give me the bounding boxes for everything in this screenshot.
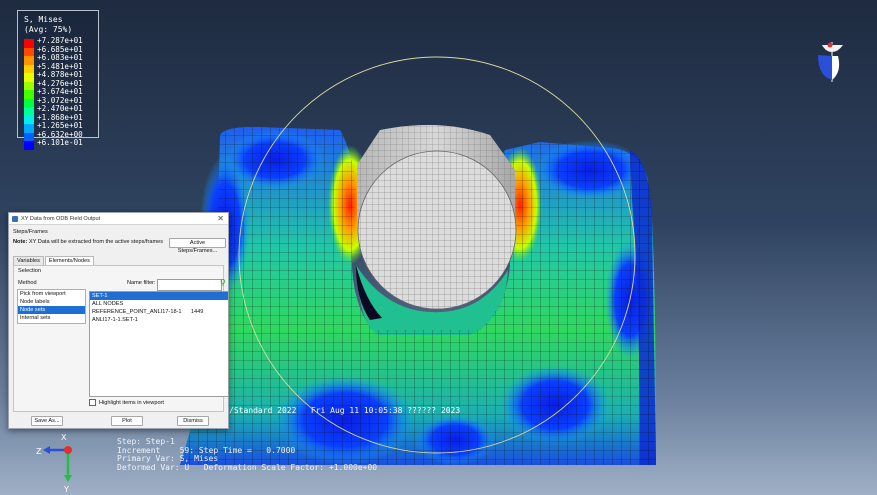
active-steps-frames-button[interactable]: Active Steps/Frames... (169, 238, 226, 254)
triad-y-label: Y (63, 485, 69, 494)
legend-color-swatch (24, 73, 34, 82)
fem-part-cylinder (357, 125, 517, 310)
highlight-checkbox[interactable] (89, 399, 96, 406)
method-item-pick-from-viewport[interactable]: Pick from viewport (18, 290, 85, 298)
legend-value: +6.101e-01 (37, 138, 83, 147)
xyz-triad-icon (43, 446, 72, 482)
steps-frames-label: Steps/Frames (13, 229, 48, 235)
legend-color-swatch (24, 107, 34, 116)
selection-label: Selection (18, 268, 42, 274)
app-icon (12, 215, 18, 222)
tab-elements-nodes[interactable]: Elements/Nodes (44, 256, 94, 265)
legend-color-swatch (24, 124, 34, 133)
step-info-block: Step: Step-1 Increment 59: Step Time = 0… (117, 437, 378, 473)
method-item-node-sets[interactable]: Node sets (18, 306, 85, 314)
set-list-item[interactable]: ALL NODES (90, 300, 228, 308)
tab-variables[interactable]: Variables (13, 256, 44, 265)
legend-color-swatch (24, 39, 34, 48)
highlight-checkbox-row[interactable]: Highlight items in viewport (89, 399, 164, 406)
save-as-button[interactable]: Save As... (31, 416, 63, 426)
note-label: Note: (13, 239, 28, 245)
dismiss-button[interactable]: Dismiss (177, 416, 209, 426)
legend-color-swatch (24, 56, 34, 65)
contour-legend: S, Mises (Avg: 75%) +7.287e+01 +6.685e+0… (17, 10, 99, 150)
legend-color-swatch (24, 90, 34, 99)
name-filter-input[interactable] (157, 279, 222, 291)
legend-values: +7.287e+01 +6.685e+01 +6.083e+01 +5.481e… (37, 36, 83, 148)
plot-button[interactable]: Plot (111, 416, 143, 426)
set-list-item[interactable]: ANLI17-1-1.SET-1 (90, 316, 228, 324)
legend-color-swatch (24, 47, 34, 56)
method-item-internal-sets[interactable]: Internal sets (18, 314, 85, 322)
viewport-timestamp: /Standard 2022 Fri Aug 11 10:05:38 ?????… (229, 406, 461, 415)
legend-color-swatch (24, 81, 34, 90)
note-text: XY Data will be extracted from the activ… (28, 239, 164, 245)
dialog-titlebar[interactable]: XY Data from ODB Field Output ✕ (9, 213, 228, 225)
legend-title: S, Mises (Avg: 75%) (24, 15, 72, 35)
legend-color-swatch (24, 132, 34, 141)
set-list-item[interactable]: REFERENCE_POINT_ANLI17-18-1 1449 (90, 308, 228, 316)
legend-color-swatch (24, 141, 34, 150)
triad-z-label: Z (36, 447, 42, 456)
legend-color-swatch (24, 115, 34, 124)
legend-title-line: S, Mises (24, 15, 63, 24)
method-list[interactable]: Pick from viewport Node labels Node sets… (17, 289, 86, 324)
legend-color-bar (24, 39, 34, 150)
triad-x-label: X (61, 433, 67, 442)
xy-data-dialog: XY Data from ODB Field Output ✕ Steps/Fr… (8, 212, 229, 429)
name-filter-label: Name filter: (127, 280, 156, 286)
view-compass-icon[interactable] (818, 42, 843, 82)
method-item-node-labels[interactable]: Node labels (18, 298, 85, 306)
legend-title-line: (Avg: 75%) (24, 25, 73, 34)
close-icon[interactable]: ✕ (217, 214, 224, 223)
filter-apply-icon[interactable]: ⚲ (220, 278, 226, 287)
dialog-title: XY Data from ODB Field Output (21, 215, 101, 222)
method-label: Method (18, 280, 37, 286)
highlight-label: Highlight items in viewport (99, 399, 164, 406)
node-set-list[interactable]: SET-1 ALL NODES REFERENCE_POINT_ANLI17-1… (89, 291, 229, 397)
step-info-line: Deformed Var: U Deformation Scale Factor… (117, 463, 378, 473)
note-row: Note: XY Data will be extracted from the… (13, 239, 163, 245)
set-list-item[interactable]: SET-1 (90, 292, 228, 300)
legend-color-swatch (24, 98, 34, 107)
dialog-tabs: Variables Elements/Nodes (13, 256, 95, 265)
legend-color-swatch (24, 64, 34, 73)
